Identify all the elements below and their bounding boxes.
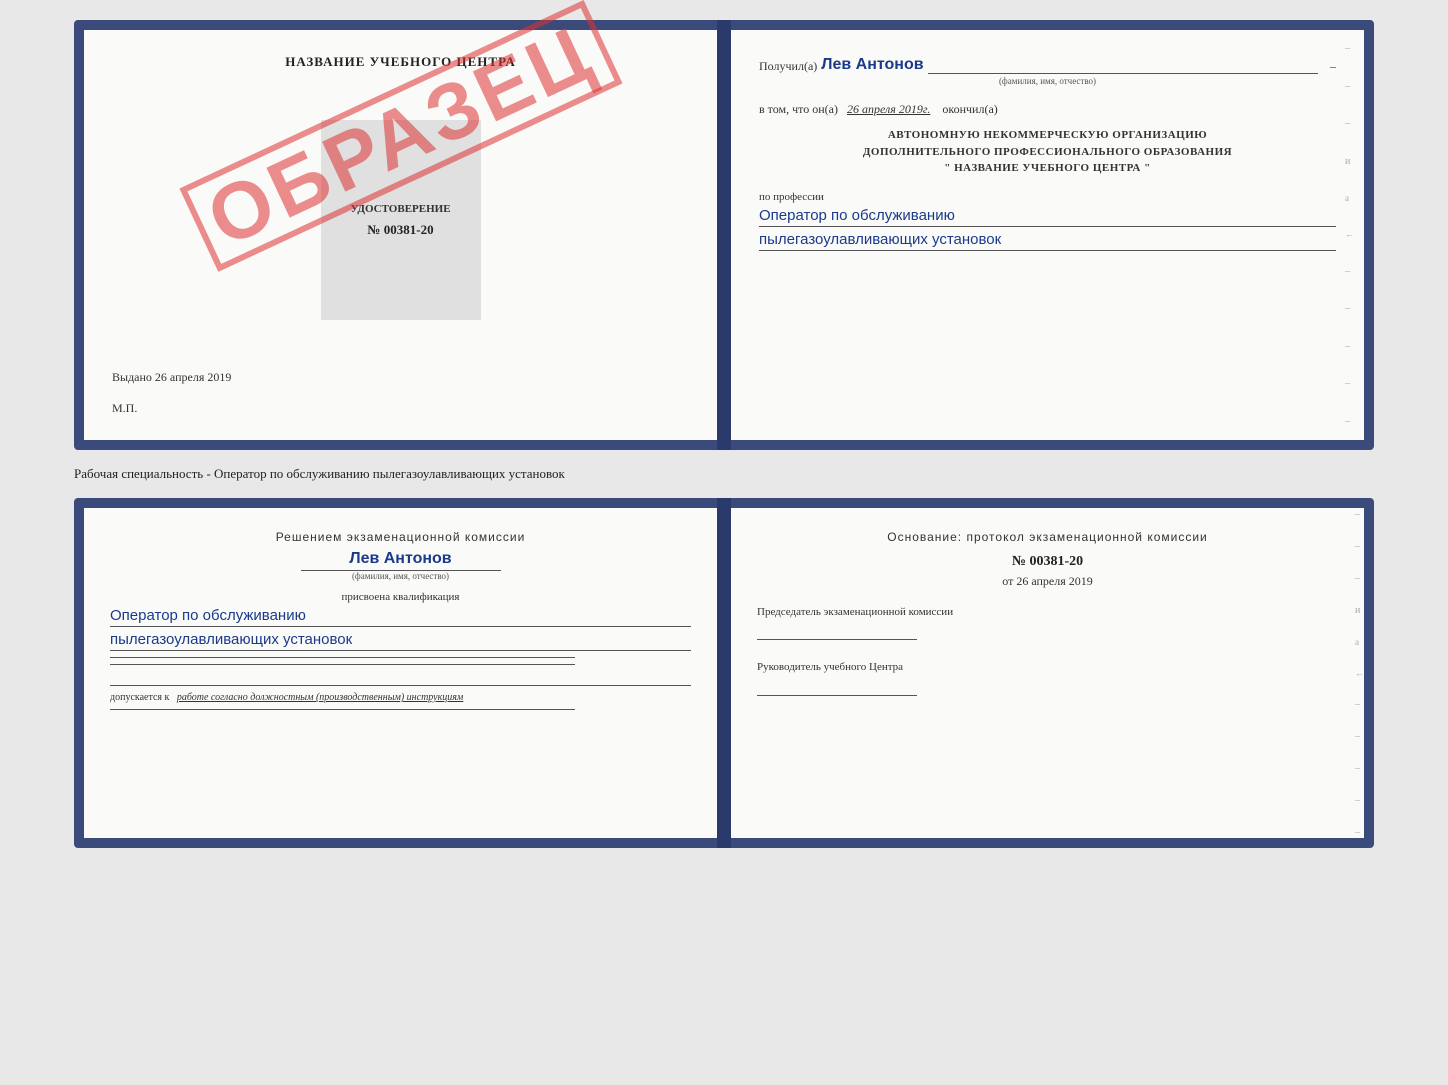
protocol-date: от 26 апреля 2019 bbox=[757, 574, 1338, 589]
bottom-certificate-book: Решением экзаменационной комиссии Лев Ан… bbox=[74, 498, 1374, 848]
predsedatel-label: Председатель экзаменационной комиссии bbox=[757, 605, 1338, 620]
qualification-line2: пылегазоулавливающих установок bbox=[110, 631, 691, 651]
top-certificate-book: НАЗВАНИЕ УЧЕБНОГО ЦЕНТРА ОБРАЗЕЦ УДОСТОВ… bbox=[74, 20, 1374, 450]
recipient-underline bbox=[928, 54, 1318, 74]
recipient-line: Получил(а) Лев Антонов – bbox=[759, 54, 1336, 74]
decision-name: Лев Антонов bbox=[110, 550, 691, 568]
qualification-line1: Оператор по обслуживанию bbox=[110, 607, 691, 627]
protocol-date-prefix: от bbox=[1002, 574, 1013, 588]
dopuskaetsya-prefix: допускается к bbox=[110, 692, 169, 703]
middle-label: Рабочая специальность - Оператор по обсл… bbox=[74, 462, 1374, 486]
mp-line: М.П. bbox=[112, 401, 689, 416]
predsedatel-sig-line bbox=[757, 626, 917, 640]
org-line3: " НАЗВАНИЕ УЧЕБНОГО ЦЕНТРА " bbox=[759, 160, 1336, 177]
dopuskaetsya-block: допускается к работе согласно должностны… bbox=[110, 685, 691, 703]
recipient-name: Лев Антонов bbox=[821, 56, 923, 74]
profession-line1: Оператор по обслуживанию bbox=[759, 207, 1336, 227]
profession-line2: пылегазоулавливающих установок bbox=[759, 231, 1336, 251]
decision-header: Решением экзаменационной комиссии bbox=[110, 530, 691, 544]
protocol-date-value: 26 апреля 2019 bbox=[1016, 574, 1092, 588]
bottom-right-page: Основание: протокол экзаменационной коми… bbox=[731, 508, 1364, 838]
stamp-area: ОБРАЗЕЦ УДОСТОВЕРЕНИЕ № 00381-20 bbox=[112, 100, 689, 340]
vydano-label: Выдано bbox=[112, 370, 152, 384]
date-line: в том, что он(а) 26 апреля 2019г. окончи… bbox=[759, 102, 1336, 117]
rukovoditel-sig-line bbox=[757, 682, 917, 696]
protocol-number: № 00381-20 bbox=[757, 554, 1338, 570]
udostoverenie-number: № 00381-20 bbox=[367, 222, 433, 238]
assigned-label: присвоена квалификация bbox=[110, 591, 691, 603]
poluchil-label: Получил(а) bbox=[759, 59, 817, 74]
org-line2: ДОПОЛНИТЕЛЬНОГО ПРОФЕССИОНАЛЬНОГО ОБРАЗО… bbox=[759, 144, 1336, 161]
fio-hint: (фамилия, имя, отчество) bbox=[759, 76, 1336, 86]
top-left-page: НАЗВАНИЕ УЧЕБНОГО ЦЕНТРА ОБРАЗЕЦ УДОСТОВ… bbox=[84, 30, 717, 440]
okonchil-label: окончил(а) bbox=[942, 102, 997, 116]
dopuskaetsya-text: работе согласно должностным (производств… bbox=[177, 692, 463, 703]
vydano-line: Выдано 26 апреля 2019 bbox=[112, 370, 689, 385]
profession-label: по профессии bbox=[759, 191, 1336, 203]
org-block: АВТОНОМНУЮ НЕКОММЕРЧЕСКУЮ ОРГАНИЗАЦИЮ ДО… bbox=[759, 127, 1336, 177]
udostoverenie-title: УДОСТОВЕРЕНИЕ bbox=[350, 202, 450, 216]
rukovoditel-label: Руководитель учебного Центра bbox=[757, 660, 1338, 675]
v-tom-label: в том, что он(а) bbox=[759, 102, 838, 116]
right-dashes: –––иа←––––– bbox=[1345, 30, 1354, 440]
bottom-right-dashes: –––иа←––––– bbox=[1355, 498, 1364, 848]
decision-hint: (фамилия, имя, отчество) bbox=[301, 570, 501, 581]
rukovoditel-block: Руководитель учебного Центра bbox=[757, 660, 1338, 695]
vydano-date: 26 апреля 2019 bbox=[155, 370, 231, 384]
predsedatel-block: Председатель экзаменационной комиссии bbox=[757, 605, 1338, 640]
udostoverenie-block: УДОСТОВЕРЕНИЕ № 00381-20 bbox=[321, 120, 481, 320]
top-right-page: Получил(а) Лев Антонов – (фамилия, имя, … bbox=[731, 30, 1364, 440]
dash-1: – bbox=[1330, 59, 1336, 74]
top-left-header: НАЗВАНИЕ УЧЕБНОГО ЦЕНТРА bbox=[112, 54, 689, 70]
recipient-block: Получил(а) Лев Антонов – (фамилия, имя, … bbox=[759, 54, 1336, 86]
osnование-header: Основание: протокол экзаменационной коми… bbox=[757, 530, 1338, 544]
org-line1: АВТОНОМНУЮ НЕКОММЕРЧЕСКУЮ ОРГАНИЗАЦИЮ bbox=[759, 127, 1336, 144]
date-value: 26 апреля 2019г. bbox=[847, 102, 930, 116]
bottom-left-page: Решением экзаменационной комиссии Лев Ан… bbox=[84, 508, 717, 838]
